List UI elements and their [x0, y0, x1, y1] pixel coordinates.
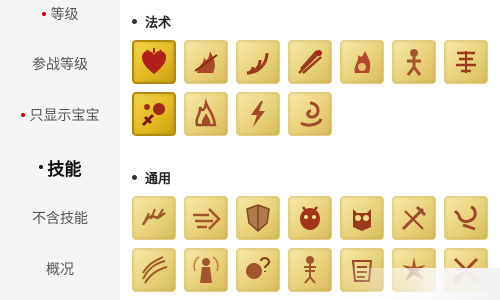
heart-skill-tile[interactable]: [132, 40, 176, 84]
vortex-skill-tile[interactable]: [288, 92, 332, 136]
rush-skill-tile[interactable]: [184, 196, 228, 240]
spirit-flame-icon: [195, 98, 217, 127]
sidebar-dot: [20, 113, 25, 117]
shield-skill-tile[interactable]: [236, 196, 280, 240]
strike-skill-skill-tile[interactable]: [132, 92, 176, 136]
owl-icon: [353, 209, 371, 231]
sidebar-item-label: 等级: [50, 7, 79, 23]
sidebar-item-label: 技能: [47, 159, 82, 180]
hook-icon: [453, 205, 477, 231]
fire-skill-skill-tile[interactable]: [340, 40, 384, 84]
sword-skill-tile[interactable]: [392, 196, 436, 240]
sidebar-item-label: 不含技能: [32, 211, 88, 227]
burst-icon: [402, 257, 426, 281]
scissors-icon: [453, 257, 479, 283]
question-mind-skill-tile[interactable]: [236, 248, 280, 292]
fire-skill-icon: [354, 51, 371, 73]
spirit-flame-skill-tile[interactable]: [184, 92, 228, 136]
sidebar-item-label: 概况: [46, 262, 74, 278]
sidebar-dot: [41, 12, 46, 16]
section-bullet: [132, 175, 137, 180]
rush-icon: [193, 208, 221, 230]
section-title: 通用: [145, 172, 172, 187]
claw-icon: [141, 208, 166, 226]
flame-dart-skill-tile[interactable]: [288, 40, 332, 84]
section-bullet: [132, 19, 137, 24]
heart-icon: [142, 48, 166, 74]
scroll-icon: [351, 260, 373, 282]
sidebar-item-overview[interactable]: 概况: [0, 245, 120, 293]
fire-wave-icon: [194, 51, 218, 73]
figure-skill-icon: [406, 49, 422, 76]
burst-skill-tile[interactable]: [392, 248, 436, 292]
sidebar-dot: [38, 165, 43, 169]
wind-icon: [142, 256, 168, 284]
sidebar-item-baby-only[interactable]: 只显示宝宝: [0, 91, 120, 139]
scroll-skill-icon: [456, 51, 476, 73]
sidebar-item-exclude-skills[interactable]: 不含技能: [0, 194, 120, 242]
section-header-general: 通用: [132, 168, 171, 187]
demon-mask-skill-tile[interactable]: [288, 196, 332, 240]
figure-glow-skill-tile[interactable]: [184, 248, 228, 292]
section-title: 法术: [145, 16, 172, 31]
lightning-skill-tile[interactable]: [236, 92, 280, 136]
lightning-icon: [251, 101, 265, 127]
figure-skill-skill-tile[interactable]: [392, 40, 436, 84]
sidebar-item-level[interactable]: 等级: [0, 0, 120, 38]
filter-sidebar: 等级 参战等级 只显示宝宝 技能 不含技能 概况: [0, 0, 120, 300]
claw-skill-tile[interactable]: [132, 196, 176, 240]
sidebar-item-label: 只显示宝宝: [29, 108, 100, 124]
section-header-magic: 法术: [132, 12, 171, 31]
flame-dart-icon: [298, 50, 322, 74]
strike-skill-icon: [141, 103, 165, 127]
sonic-wave-skill-tile[interactable]: [236, 40, 280, 84]
sonic-wave-icon: [246, 52, 269, 75]
question-mind-icon: [246, 257, 271, 279]
scissors-skill-tile[interactable]: [444, 248, 488, 292]
sidebar-item-label: 参战等级: [32, 57, 88, 73]
skeleton-icon: [304, 256, 316, 284]
fire-wave-skill-tile[interactable]: [184, 40, 228, 84]
skeleton-skill-tile[interactable]: [288, 248, 332, 292]
sidebar-item-skills[interactable]: 技能: [0, 143, 120, 191]
demon-mask-icon: [300, 206, 320, 230]
sword-icon: [401, 205, 427, 231]
scroll-skill-skill-tile[interactable]: [444, 40, 488, 84]
wind-skill-tile[interactable]: [132, 248, 176, 292]
figure-glow-icon: [193, 256, 219, 283]
owl-skill-tile[interactable]: [340, 196, 384, 240]
shield-icon: [246, 204, 270, 233]
scroll-skill-tile[interactable]: [340, 248, 384, 292]
hook-skill-tile[interactable]: [444, 196, 488, 240]
sidebar-item-battle-level[interactable]: 参战等级: [0, 40, 120, 88]
vortex-icon: [300, 101, 323, 127]
skill-panel: 法术 通用: [120, 0, 500, 300]
